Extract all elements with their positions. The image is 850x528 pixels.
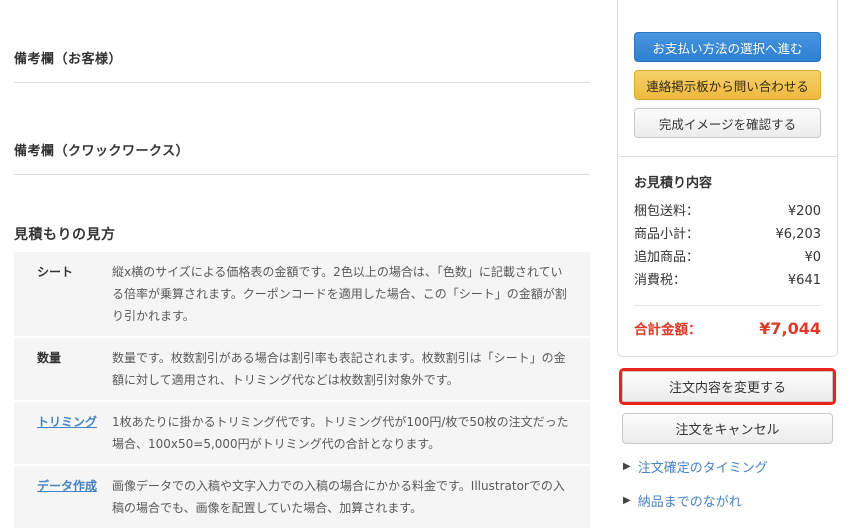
order-confirm-timing-link[interactable]: ▶ 注文確定のタイミング — [623, 457, 833, 476]
estimate-value: ¥641 — [787, 273, 821, 288]
estimate-heading: お見積り内容 — [634, 176, 713, 191]
total-row: 合計金額： ¥7,044 — [634, 318, 821, 338]
glossary-desc-quantity: 数量です。枚数割引がある場合は割引率も表記されます。枚数割引は「シート」の金額に… — [112, 351, 566, 387]
check-final-image-button[interactable]: 完成イメージを確認する — [634, 108, 821, 138]
table-row: トリミング 1枚あたりに掛かるトリミング代です。トリミング代が100円/枚で50… — [14, 400, 590, 464]
order-summary-panel: お支払い方法の選択へ進む 連絡掲示板から問い合わせる 完成イメージを確認する お… — [617, 0, 838, 357]
divider — [14, 174, 590, 175]
estimate-label: 消費税： — [634, 273, 687, 288]
table-row: データ作成 画像データでの入稿や文字入力での入稿の場合にかかる料金です。Illu… — [14, 464, 590, 528]
remarks-company-heading: 備考欄（クワックワークス） — [14, 144, 190, 159]
total-value: ¥7,044 — [759, 319, 821, 338]
action-buttons-section: お支払い方法の選択へ進む 連絡掲示板から問い合わせる 完成イメージを確認する — [618, 0, 837, 156]
estimate-row-additional-items: 追加商品： ¥0 — [634, 246, 821, 269]
order-confirm-timing-link-text[interactable]: 注文確定のタイミング — [638, 457, 768, 476]
estimate-value: ¥200 — [787, 204, 821, 219]
triangle-bullet-icon: ▶ — [623, 461, 631, 472]
estimate-label: 商品小計： — [634, 227, 700, 242]
divider — [634, 305, 821, 306]
delivery-flow-link[interactable]: ▶ 納品までのながれ — [623, 491, 833, 510]
glossary-term-quantity: 数量 — [37, 351, 62, 365]
glossary-term-data-creation: データ作成 — [14, 466, 112, 528]
total-label: 合計金額： — [634, 322, 702, 338]
glossary-term-sheet: シート — [37, 265, 74, 279]
estimate-section: お見積り内容 梱包送料： ¥200 商品小計： ¥6,203 追加商品： ¥0 … — [618, 156, 837, 356]
divider — [14, 82, 590, 83]
trimming-link[interactable]: トリミング — [37, 415, 97, 429]
remarks-customer-heading: 備考欄（お客様） — [14, 52, 123, 67]
estimate-row-shipping: 梱包送料： ¥200 — [634, 200, 821, 223]
triangle-bullet-icon: ▶ — [623, 495, 631, 506]
order-actions-section: 注文内容を変更する 注文をキャンセル ▶ 注文確定のタイミング ▶ 納品までのな… — [617, 371, 838, 510]
table-row: 数量 数量です。枚数割引がある場合は割引率も表記されます。枚数割引は「シート」の… — [14, 336, 590, 400]
data-creation-link[interactable]: データ作成 — [37, 479, 97, 493]
glossary-desc-sheet: 縦x横のサイズによる価格表の金額です。2色以上の場合は、「色数」に記載されている… — [112, 265, 567, 323]
contact-board-button[interactable]: 連絡掲示板から問い合わせる — [634, 70, 821, 100]
quote-guide-heading: 見積もりの見方 — [14, 227, 116, 243]
estimate-label: 梱包送料： — [634, 204, 700, 219]
glossary-desc-trimming: 1枚あたりに掛かるトリミング代です。トリミング代が100円/枚で50枚の注文だっ… — [112, 415, 569, 451]
proceed-to-payment-button[interactable]: お支払い方法の選択へ進む — [634, 32, 821, 62]
glossary-term-trimming: トリミング — [14, 402, 112, 464]
order-sidebar: お支払い方法の選択へ進む 連絡掲示板から問い合わせる 完成イメージを確認する お… — [617, 0, 838, 525]
estimate-row-tax: 消費税： ¥641 — [634, 269, 821, 292]
estimate-value: ¥0 — [804, 250, 821, 265]
change-order-button[interactable]: 注文内容を変更する — [622, 371, 833, 402]
estimate-value: ¥6,203 — [775, 227, 822, 242]
quote-glossary-table: シート 縦x横のサイズによる価格表の金額です。2色以上の場合は、「色数」に記載さ… — [14, 252, 590, 528]
main-content: 備考欄（お客様） 備考欄（クワックワークス） 見積もりの見方 シート 縦x横のサ… — [14, 0, 590, 528]
glossary-desc-data-creation: 画像データでの入稿や文字入力での入稿の場合にかかる料金です。Illustrato… — [112, 479, 565, 515]
cancel-order-button[interactable]: 注文をキャンセル — [622, 413, 833, 444]
estimate-label: 追加商品： — [634, 250, 700, 265]
table-row: シート 縦x横のサイズによる価格表の金額です。2色以上の場合は、「色数」に記載さ… — [14, 252, 590, 336]
info-links: ▶ 注文確定のタイミング ▶ 納品までのながれ — [622, 457, 833, 510]
estimate-row-item-subtotal: 商品小計： ¥6,203 — [634, 223, 821, 246]
delivery-flow-link-text[interactable]: 納品までのながれ — [638, 491, 742, 510]
